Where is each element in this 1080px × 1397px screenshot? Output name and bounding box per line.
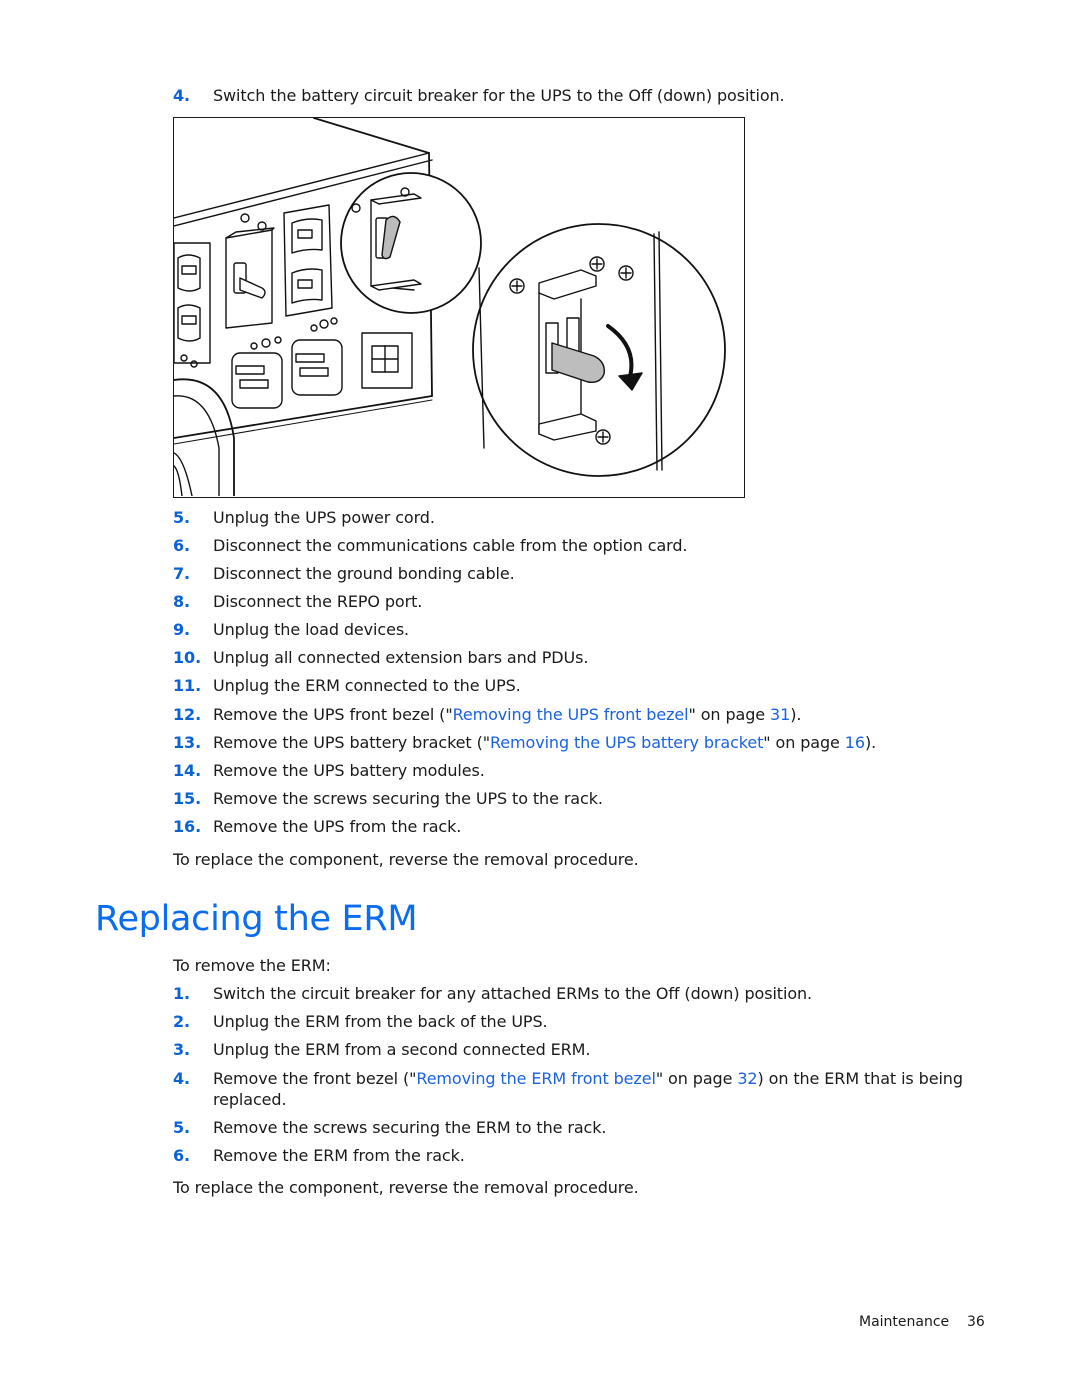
step-text: Remove the screws securing the UPS to th… [213, 789, 603, 808]
step-text: Disconnect the REPO port. [213, 592, 423, 611]
step-number: 1. [173, 984, 191, 1003]
step-text: Remove the screws securing the ERM to th… [213, 1118, 607, 1137]
step-number: 6. [173, 1146, 191, 1165]
step-text: Unplug the load devices. [213, 620, 410, 639]
step-number: 9. [173, 620, 191, 639]
step-text: Remove the UPS battery bracket ("Removin… [213, 733, 876, 753]
step-text-mid: " on page [763, 733, 845, 752]
ups-rear-panel-illustration [173, 117, 726, 497]
magnifier-circle-large [472, 223, 726, 477]
step-number: 4. [173, 86, 191, 105]
link-page-32[interactable]: 32 [737, 1069, 757, 1088]
link-page-16[interactable]: 16 [845, 733, 865, 752]
step-number: 8. [173, 592, 191, 611]
outlet-icon [180, 317, 413, 409]
step-number: 12. [173, 705, 202, 724]
step-text-post: ). [790, 705, 802, 724]
step-number: 15. [173, 789, 202, 808]
step-text: Unplug all connected extension bars and … [213, 648, 589, 667]
step-text: Unplug the ERM from the back of the UPS. [213, 1012, 548, 1031]
link-removing-ups-battery-bracket[interactable]: Removing the UPS battery bracket [490, 733, 763, 752]
step-text-mid: " on page [655, 1069, 738, 1088]
step-text-post: ). [864, 733, 877, 752]
step-text-post: ) on the ERM that is being [757, 1069, 964, 1088]
step-text-pre: Remove the front bezel (" [213, 1069, 417, 1088]
step-text: Unplug the UPS power cord. [213, 508, 435, 527]
step-text-pre: Remove the UPS front bezel (" [213, 705, 453, 724]
step-number: 5. [173, 508, 191, 527]
step-number: 5. [173, 1118, 191, 1137]
outlet-icon [283, 204, 333, 317]
step-text: Remove the UPS from the rack. [213, 817, 462, 836]
footer-page-number: 36 [967, 1314, 985, 1330]
step-text: Remove the front bezel ("Removing the ER… [213, 1069, 963, 1089]
step-text: Remove the UPS battery modules. [213, 761, 485, 780]
step-text: Switch the circuit breaker for any attac… [213, 984, 813, 1003]
link-removing-ups-front-bezel[interactable]: Removing the UPS front bezel [453, 705, 689, 724]
step-number: 14. [173, 761, 202, 780]
step-text-continued: replaced. [213, 1090, 287, 1109]
replace-note: To replace the component, reverse the re… [173, 850, 639, 869]
link-page-31[interactable]: 31 [770, 705, 790, 724]
step-text-mid: " on page [688, 705, 771, 724]
step-number: 7. [173, 564, 191, 583]
outlet-icon [173, 242, 211, 364]
section-heading: Replacing the ERM [95, 899, 418, 939]
step-text: Disconnect the communications cable from… [213, 536, 688, 555]
step-number: 10. [173, 648, 202, 667]
step-number: 4. [173, 1069, 191, 1088]
link-removing-erm-front-bezel[interactable]: Removing the ERM front bezel [416, 1069, 656, 1088]
step-text: Unplug the ERM from a second connected E… [213, 1040, 591, 1059]
step-number: 13. [173, 733, 202, 752]
magnifier-circle-small [340, 172, 482, 314]
breaker-panel-small [225, 213, 275, 329]
step-number: 16. [173, 817, 202, 836]
step-text: Disconnect the ground bonding cable. [213, 564, 515, 583]
breaker-illustration [173, 117, 745, 498]
step-text: Switch the battery circuit breaker for t… [213, 86, 785, 105]
step-number: 11. [173, 676, 202, 695]
footer-section-name: Maintenance [859, 1314, 950, 1330]
power-cable [173, 378, 235, 497]
step-number: 6. [173, 536, 191, 555]
step-text: Remove the ERM from the rack. [213, 1146, 465, 1165]
step-text: Remove the UPS front bezel ("Removing th… [213, 705, 801, 725]
step-text-pre: Remove the UPS battery bracket (" [213, 733, 490, 752]
replace-note-erm: To replace the component, reverse the re… [173, 1178, 639, 1197]
step-text: Unplug the ERM connected to the UPS. [213, 676, 521, 695]
step-number: 2. [173, 1012, 191, 1031]
step-number: 3. [173, 1040, 191, 1059]
section-intro: To remove the ERM: [173, 956, 331, 975]
